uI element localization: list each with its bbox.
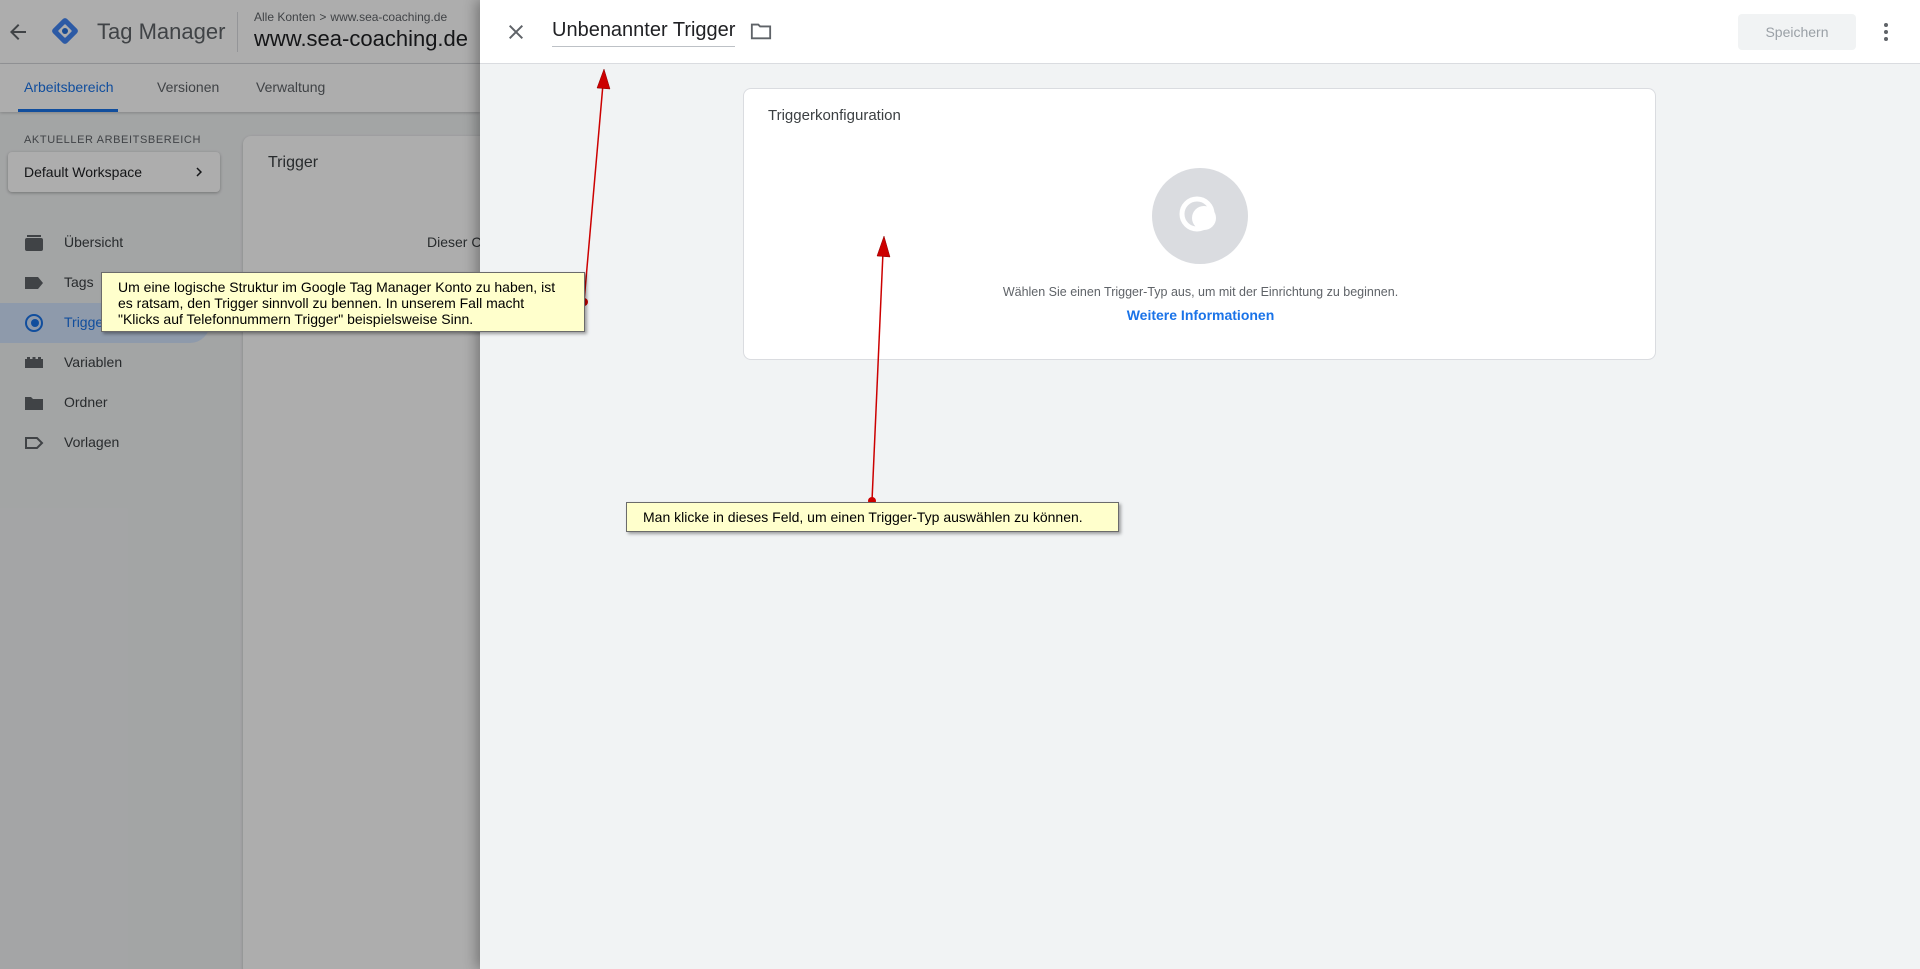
learn-more-link[interactable]: Weitere Informationen: [744, 307, 1657, 323]
config-card-title: Triggerkonfiguration: [768, 107, 901, 124]
config-hint-text: Wählen Sie einen Trigger-Typ aus, um mit…: [1002, 285, 1399, 299]
trigger-editor-panel: Unbenannter Trigger Speichern Triggerkon…: [480, 0, 1920, 969]
folder-icon[interactable]: [750, 20, 772, 42]
close-icon[interactable]: [504, 20, 528, 44]
trigger-name-input[interactable]: Unbenannter Trigger: [552, 19, 736, 47]
annotation-callout-naming: Um eine logische Struktur im Google Tag …: [101, 272, 585, 332]
trigger-configuration-card[interactable]: Triggerkonfiguration Wählen Sie einen Tr…: [743, 88, 1656, 360]
annotation-callout-config: Man klicke in dieses Feld, um einen Trig…: [626, 502, 1119, 532]
save-button[interactable]: Speichern: [1738, 14, 1856, 50]
gtm-background-app: Tag Manager Alle Konten > www.sea-coaching…: [0, 0, 480, 969]
modal-scrim[interactable]: [0, 0, 480, 969]
more-vert-icon[interactable]: [1874, 20, 1898, 44]
trigger-type-placeholder[interactable]: [1152, 168, 1248, 264]
panel-header: Unbenannter Trigger Speichern: [480, 0, 1920, 64]
trigger-type-icon: [1179, 196, 1216, 232]
